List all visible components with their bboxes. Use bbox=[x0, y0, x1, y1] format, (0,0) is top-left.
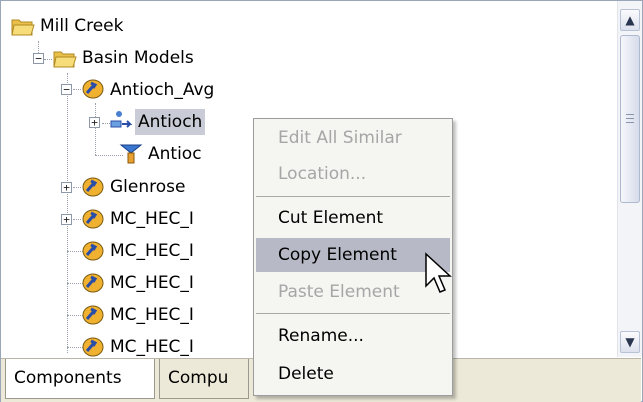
expand-icon[interactable]: + bbox=[89, 117, 100, 128]
menu-item-copy-element[interactable]: Copy Element bbox=[256, 238, 450, 272]
tree-node-label: MC_HEC_I bbox=[110, 337, 194, 357]
scroll-down-icon[interactable]: ▼ bbox=[620, 331, 640, 353]
basin-model-icon bbox=[82, 337, 104, 357]
tree-connector bbox=[44, 59, 52, 60]
grip-icon bbox=[626, 118, 634, 119]
collapse-icon[interactable]: − bbox=[33, 53, 44, 64]
tree-node-label: Antioch_Avg bbox=[110, 80, 215, 100]
junction-icon bbox=[119, 144, 143, 164]
tree-node-project[interactable]: Mill Creek bbox=[37, 11, 127, 41]
subbasin-icon bbox=[110, 111, 133, 128]
tab-label: Components bbox=[14, 368, 122, 388]
tree-node-basin-models[interactable]: Basin Models bbox=[79, 43, 197, 73]
tree-node-label: Basin Models bbox=[82, 48, 194, 68]
vertical-scrollbar[interactable]: ▲ ▼ bbox=[617, 1, 642, 357]
tree-node-mc-hec-1[interactable]: MC_HEC_I bbox=[107, 204, 197, 234]
menu-item-cut-element[interactable]: Cut Element bbox=[256, 201, 450, 235]
collapse-icon[interactable]: − bbox=[61, 84, 72, 95]
basin-model-icon bbox=[82, 241, 104, 261]
basin-model-icon bbox=[82, 177, 104, 197]
grip-icon bbox=[626, 122, 634, 123]
tab-components[interactable]: Components bbox=[5, 359, 155, 399]
menu-item-edit-all-similar[interactable]: Edit All Similar bbox=[256, 121, 450, 155]
folder-open-icon bbox=[11, 19, 35, 36]
scrollbar-thumb[interactable] bbox=[620, 35, 640, 203]
tree-node-label: Antioc bbox=[148, 144, 202, 164]
tree-connector bbox=[73, 219, 81, 220]
grip-icon bbox=[626, 114, 634, 115]
tree-node-antioch-selected[interactable]: Antioch bbox=[135, 107, 206, 137]
scroll-up-icon[interactable]: ▲ bbox=[620, 9, 640, 31]
tree-connector bbox=[73, 89, 81, 90]
tree-node-mc-hec-5[interactable]: MC_HEC_I bbox=[107, 332, 197, 357]
folder-open-icon bbox=[53, 51, 77, 68]
tree-node-label: Mill Creek bbox=[40, 16, 124, 36]
expand-icon[interactable]: + bbox=[61, 214, 72, 225]
tree-node-mc-hec-3[interactable]: MC_HEC_I bbox=[107, 268, 197, 298]
tree-node-label: Glenrose bbox=[110, 177, 186, 197]
menu-item-delete[interactable]: Delete bbox=[256, 357, 450, 391]
basin-model-icon bbox=[82, 209, 104, 229]
tree-node-antioch-reach[interactable]: Antioc bbox=[145, 139, 205, 169]
mouse-pointer-icon bbox=[425, 252, 452, 293]
menu-item-paste-element[interactable]: Paste Element bbox=[256, 275, 450, 309]
context-menu: Edit All Similar Location... Cut Element… bbox=[253, 118, 453, 396]
tree-node-label: MC_HEC_I bbox=[110, 209, 194, 229]
tree-connector bbox=[73, 187, 81, 188]
expand-icon[interactable]: + bbox=[61, 182, 72, 193]
basin-model-icon bbox=[82, 305, 104, 325]
tree-node-mc-hec-4[interactable]: MC_HEC_I bbox=[107, 300, 197, 330]
menu-item-location[interactable]: Location... bbox=[256, 157, 450, 191]
tab-label: Compu bbox=[168, 368, 229, 388]
tree-node-glenrose[interactable]: Glenrose bbox=[107, 172, 188, 202]
tree-node-label: MC_HEC_I bbox=[110, 273, 194, 293]
tab-compute[interactable]: Compu bbox=[159, 359, 249, 399]
tree-node-label: MC_HEC_I bbox=[110, 241, 194, 261]
basin-model-icon bbox=[82, 79, 104, 99]
tree-connector bbox=[95, 103, 96, 155]
tree-node-mc-hec-2[interactable]: MC_HEC_I bbox=[107, 236, 197, 266]
menu-item-rename[interactable]: Rename... bbox=[256, 319, 450, 353]
menu-separator bbox=[256, 196, 450, 197]
tree-node-label: MC_HEC_I bbox=[110, 305, 194, 325]
tree-node-label: Antioch bbox=[135, 109, 206, 135]
menu-separator bbox=[256, 313, 450, 314]
tree-node-antioch-avg[interactable]: Antioch_Avg bbox=[107, 75, 217, 105]
basin-model-icon bbox=[82, 273, 104, 293]
